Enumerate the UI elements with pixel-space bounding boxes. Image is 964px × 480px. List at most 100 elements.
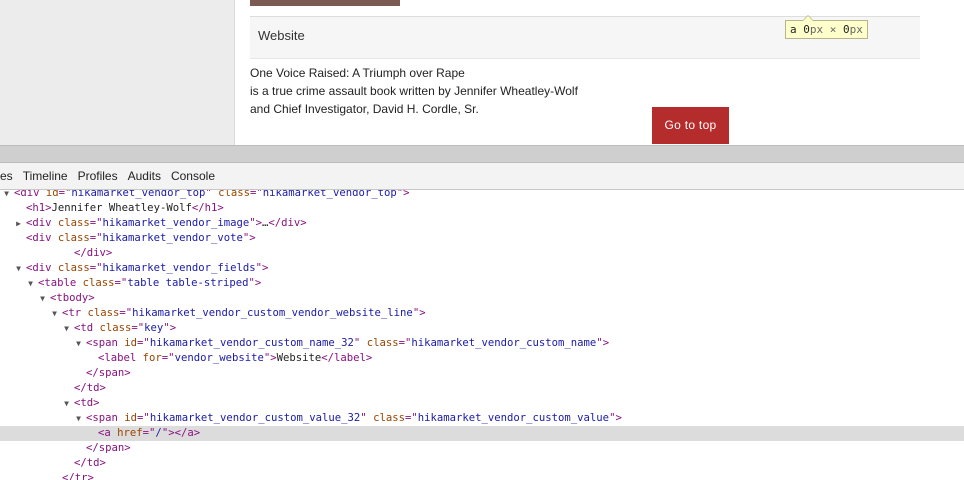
triangle-down-icon[interactable]: ▼ bbox=[50, 306, 59, 321]
go-to-top-button[interactable]: Go to top bbox=[652, 107, 729, 144]
vendor-description: One Voice Raised: A Triumph over Rape is… bbox=[250, 64, 578, 118]
markup-tag: =" bbox=[250, 190, 263, 199]
tooltip-arrow-icon bbox=[802, 15, 814, 21]
markup-attr-value: hikamarket_vendor_custom_vendor_website_… bbox=[132, 307, 413, 319]
triangle-down-icon[interactable]: ▼ bbox=[14, 261, 23, 276]
tab-resources[interactable]: es bbox=[0, 163, 17, 189]
markup-tag: =" bbox=[137, 337, 150, 349]
markup-tag: =" bbox=[89, 217, 103, 229]
tab-timeline[interactable]: Timeline bbox=[19, 163, 72, 189]
dom-node-markup: </span> bbox=[86, 441, 131, 456]
element-size-tooltip: a 0px × 0px bbox=[785, 15, 868, 39]
dom-node[interactable]: </div> bbox=[0, 246, 964, 261]
dom-node-markup: </td> bbox=[74, 456, 106, 471]
dom-node[interactable]: </td> bbox=[0, 381, 964, 396]
triangle-down-icon[interactable]: ▼ bbox=[74, 336, 83, 351]
markup-attr-value: hikamarket_vendor_top bbox=[71, 190, 206, 199]
tab-profiles[interactable]: Profiles bbox=[74, 163, 122, 189]
dom-node-markup: </tr> bbox=[62, 471, 94, 480]
dom-node[interactable]: ▶ <div class="hikamarket_vendor_image">…<… bbox=[0, 216, 964, 231]
description-line: is a true crime assault book written by … bbox=[250, 84, 578, 98]
dom-node-selected[interactable]: <a href="/"></a> bbox=[0, 426, 964, 441]
markup-tag: " bbox=[205, 190, 219, 199]
dom-node[interactable]: ▼ <td class="key"> bbox=[0, 321, 964, 336]
markup-tag: <td bbox=[74, 322, 100, 334]
dom-node[interactable]: <div class="hikamarket_vendor_vote"> bbox=[0, 231, 964, 246]
tooltip-unit-w: px bbox=[809, 23, 824, 36]
markup-tag: " bbox=[353, 337, 367, 349]
triangle-down-icon[interactable]: ▼ bbox=[62, 321, 71, 336]
markup-tag: <h1> bbox=[26, 202, 52, 214]
dom-node[interactable]: ▼ <tbody> bbox=[0, 291, 964, 306]
triangle-down-icon[interactable]: ▼ bbox=[62, 396, 71, 411]
markup-tag: </td> bbox=[74, 382, 106, 394]
dom-node-markup: <td> bbox=[74, 396, 100, 411]
dom-node-markup: <label for="vendor_website">Website</lab… bbox=[98, 351, 372, 366]
markup-tag: "> bbox=[249, 217, 263, 229]
triangle-down-icon[interactable]: ▼ bbox=[74, 411, 83, 426]
dom-node-markup: <div class="hikamarket_vendor_fields"> bbox=[26, 261, 268, 276]
markup-attr-value: hikamarket_vendor_vote bbox=[102, 232, 243, 244]
triangle-down-icon[interactable]: ▼ bbox=[38, 291, 47, 306]
markup-tag: <span bbox=[86, 412, 125, 424]
markup-attr-name: id bbox=[124, 337, 138, 349]
dom-node[interactable]: ▼ <td> bbox=[0, 396, 964, 411]
dom-node-markup: <span id="hikamarket_vendor_custom_name_… bbox=[86, 336, 609, 351]
markup-tag: =" bbox=[137, 412, 150, 424]
markup-tag: <span bbox=[86, 337, 125, 349]
markup-tag: </span> bbox=[86, 367, 131, 379]
markup-tag: =" bbox=[161, 352, 175, 364]
markup-tag: </tr> bbox=[62, 472, 94, 480]
dom-node[interactable]: </tr> bbox=[0, 471, 964, 480]
markup-tag: <tr bbox=[62, 307, 88, 319]
markup-tag: <table bbox=[38, 277, 83, 289]
dom-node[interactable]: ▼ <div id="hikamarket_vendor_top" class="… bbox=[0, 190, 964, 201]
markup-tag: <td> bbox=[74, 397, 100, 409]
markup-text: Jennifer Wheatley-Wolf bbox=[51, 202, 192, 214]
markup-attr-name: id bbox=[124, 412, 138, 424]
markup-tag: =" bbox=[89, 262, 103, 274]
markup-attr-value: hikamarket_vendor_top bbox=[262, 190, 397, 199]
markup-attr-name: class bbox=[57, 262, 90, 274]
dom-node[interactable]: ▼ <span id="hikamarket_vendor_custom_valu… bbox=[0, 411, 964, 426]
triangle-right-icon[interactable]: ▶ bbox=[14, 216, 23, 231]
dom-node-markup: <tbody> bbox=[50, 291, 95, 306]
triangle-down-icon[interactable]: ▼ bbox=[2, 190, 11, 201]
markup-tag: "> bbox=[255, 262, 269, 274]
markup-tag: =" bbox=[89, 232, 103, 244]
dom-node[interactable]: </span> bbox=[0, 366, 964, 381]
dom-node[interactable]: ▼ <tr class="hikamarket_vendor_custom_ven… bbox=[0, 306, 964, 321]
markup-attr-name: id bbox=[45, 190, 59, 199]
dom-node-markup: <h1>Jennifer Wheatley-Wolf</h1> bbox=[26, 201, 224, 216]
tooltip-height: 0 bbox=[843, 23, 850, 36]
dom-node[interactable]: <label for="vendor_website">Website</lab… bbox=[0, 351, 964, 366]
markup-attr-value: hikamarket_vendor_image bbox=[102, 217, 250, 229]
markup-attr-name: class bbox=[218, 190, 251, 199]
dom-node[interactable]: ▼ <div class="hikamarket_vendor_fields"> bbox=[0, 261, 964, 276]
dom-node[interactable]: ▼ <span id="hikamarket_vendor_custom_name… bbox=[0, 336, 964, 351]
markup-tag: "> bbox=[242, 232, 256, 244]
devtools-resize-handle[interactable] bbox=[0, 145, 964, 163]
markup-tag: "> bbox=[412, 307, 426, 319]
tab-console[interactable]: Console bbox=[167, 163, 219, 189]
dom-node[interactable]: </td> bbox=[0, 456, 964, 471]
markup-tag: </div> bbox=[74, 247, 113, 259]
dom-node[interactable]: <h1>Jennifer Wheatley-Wolf</h1> bbox=[0, 201, 964, 216]
dom-node-markup: </div> bbox=[74, 246, 112, 261]
markup-tag: </label> bbox=[321, 352, 373, 364]
dom-node[interactable]: ▼ <table class="table table-striped"> bbox=[0, 276, 964, 291]
description-line: and Chief Investigator, David H. Cordle,… bbox=[250, 102, 479, 116]
markup-attr-name: class bbox=[57, 232, 90, 244]
tab-audits[interactable]: Audits bbox=[124, 163, 165, 189]
elements-tree[interactable]: ▼ <div id="hikamarket_vendor_top" class="… bbox=[0, 190, 964, 480]
devtools-toolbar: es Timeline Profiles Audits Console bbox=[0, 163, 964, 190]
markup-tag: " bbox=[360, 412, 374, 424]
dom-node[interactable]: </span> bbox=[0, 441, 964, 456]
dom-node-markup: </span> bbox=[86, 366, 131, 381]
page-preview: Website a 0px × 0px One Voice Raised: A … bbox=[0, 0, 964, 145]
triangle-down-icon[interactable]: ▼ bbox=[26, 276, 35, 291]
markup-tag: </h1> bbox=[191, 202, 224, 214]
markup-tag: "> bbox=[163, 322, 177, 334]
dom-node-markup: <td class="key"> bbox=[74, 321, 176, 336]
markup-tag: </td> bbox=[74, 457, 106, 469]
